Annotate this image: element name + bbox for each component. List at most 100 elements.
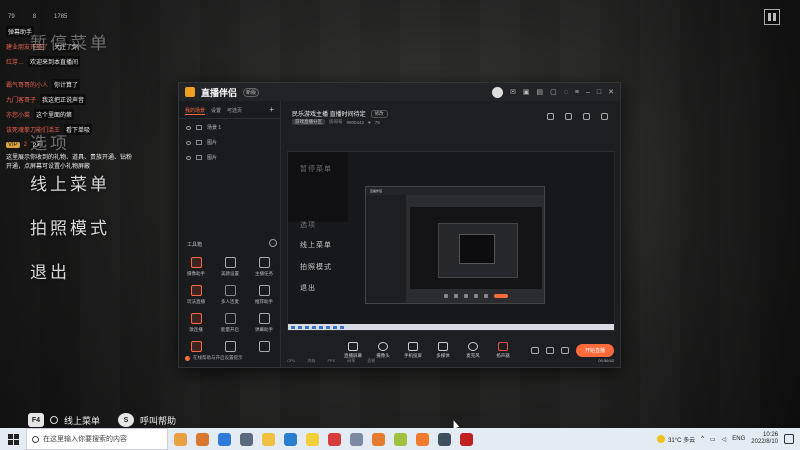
- app-icon-game[interactable]: [174, 432, 187, 446]
- mail-icon[interactable]: [284, 432, 297, 446]
- menu-icon[interactable]: ≡: [575, 89, 579, 96]
- app-icon[interactable]: [394, 432, 407, 446]
- status-item: 内存: [307, 358, 316, 363]
- preview-menu-item: 线上菜单: [300, 242, 332, 249]
- search-app-icon[interactable]: [372, 432, 385, 446]
- media-button[interactable]: 多媒体: [432, 342, 454, 359]
- tool-song[interactable]: 歌连播: [179, 313, 213, 333]
- clock[interactable]: 10:26 2022/8/10: [751, 432, 778, 446]
- scene-item[interactable]: 图片: [179, 134, 280, 149]
- app-icon[interactable]: [350, 432, 363, 446]
- folder-icon[interactable]: [262, 432, 275, 446]
- close-icon[interactable]: ✕: [608, 88, 614, 96]
- scene-item[interactable]: 图片: [179, 149, 280, 164]
- menu-item-online[interactable]: 线上菜单: [30, 170, 110, 195]
- menu-item-options[interactable]: 选项: [30, 129, 70, 154]
- app-icon-game[interactable]: [196, 432, 209, 446]
- share-icon[interactable]: [547, 113, 554, 120]
- record-icon[interactable]: [530, 347, 539, 354]
- volume-icon[interactable]: ◁: [722, 436, 727, 443]
- pause-icon[interactable]: [764, 9, 780, 25]
- tool-beauty[interactable]: 美颜设置: [213, 257, 247, 277]
- menu-item-exit[interactable]: 退出: [30, 258, 70, 283]
- like-icon: ♥: [368, 119, 371, 125]
- room-category[interactable]: 游戏直播分区: [292, 119, 325, 125]
- tab-scenes[interactable]: 我的场景: [185, 107, 206, 115]
- scene-label: 图片: [207, 155, 218, 161]
- version-badge: 新版: [243, 87, 260, 97]
- left-footer[interactable]: 在线帮助与开启设置提示: [185, 355, 243, 361]
- eye-icon[interactable]: [186, 125, 191, 130]
- store-icon[interactable]: ▣: [523, 88, 530, 96]
- speaker-icon: [498, 342, 508, 351]
- gift-icon[interactable]: ▤: [536, 88, 543, 96]
- language-indicator[interactable]: ENG: [732, 436, 745, 442]
- microphone-button[interactable]: 麦克风: [462, 342, 484, 359]
- minimize-icon[interactable]: –: [586, 89, 590, 96]
- hotkey-online-label[interactable]: 线上菜单: [64, 414, 100, 427]
- view-icon[interactable]: [545, 347, 554, 354]
- tool-energy[interactable]: 能量开启: [213, 313, 247, 333]
- edge-icon[interactable]: [218, 432, 231, 446]
- camera-button[interactable]: 摄像头: [372, 342, 394, 359]
- preview-menu-item: 选项: [300, 222, 316, 229]
- tool-extra[interactable]: [213, 341, 247, 352]
- status-bar: CPU 内存 FPS 码率 丢帧 00:56:52: [287, 358, 614, 364]
- tool-extra[interactable]: [179, 341, 213, 352]
- main-toolbar: [547, 113, 608, 120]
- tool-camera-helper[interactable]: 摄像助手: [179, 257, 213, 277]
- hotkey-help-label[interactable]: 呼叫帮助: [140, 414, 176, 427]
- tool-play[interactable]: 玩法直播: [179, 285, 213, 305]
- maximize-icon[interactable]: □: [597, 89, 601, 96]
- chat-message: 霸气哥哥的小人 你计算了: [0, 77, 150, 92]
- weather-widget[interactable]: 31°C 多云: [657, 435, 695, 444]
- preview-chat: [288, 152, 348, 222]
- app-icon[interactable]: [306, 432, 319, 446]
- tool-label: 主播任务: [255, 271, 273, 276]
- tab-optional[interactable]: 可选页: [227, 107, 242, 115]
- speaker-button[interactable]: 扬声器: [492, 342, 514, 359]
- scene-item[interactable]: 场景 1: [179, 119, 280, 134]
- tool-extra[interactable]: [247, 341, 281, 352]
- eye-icon[interactable]: [186, 155, 191, 160]
- tray-expand-icon[interactable]: ^: [701, 436, 704, 442]
- tab-settings[interactable]: 设置: [211, 107, 221, 115]
- steam-icon[interactable]: [438, 432, 451, 446]
- tool-multi-mic[interactable]: 多人连麦: [213, 285, 247, 305]
- phone-cast-button[interactable]: 手机投屏: [402, 342, 424, 359]
- add-scene-icon[interactable]: +: [269, 106, 274, 115]
- task-view-icon[interactable]: [240, 432, 253, 446]
- menu-item-photo-mode[interactable]: 拍照模式: [30, 214, 110, 239]
- link-icon[interactable]: [601, 113, 608, 120]
- notification-icon[interactable]: [784, 434, 794, 444]
- settings-icon[interactable]: [560, 347, 569, 354]
- streaming-app-icon[interactable]: [416, 432, 429, 446]
- lock-icon[interactable]: [565, 113, 572, 120]
- vip-badge: VIP: [6, 141, 20, 148]
- tool-recommend[interactable]: 推荐助手: [247, 285, 281, 305]
- avatar[interactable]: [491, 86, 503, 98]
- netease-icon[interactable]: [328, 432, 341, 446]
- menu-item-pause[interactable]: 暂停菜单: [30, 29, 110, 54]
- app-icon[interactable]: [460, 432, 473, 446]
- danmaku-icon: [258, 313, 270, 324]
- new-tool-icon: [190, 341, 202, 352]
- taskbar-search[interactable]: 在这里输入你要搜索的内容: [26, 428, 168, 450]
- tool-danmaku[interactable]: 弹幕助手: [247, 313, 281, 333]
- bell-icon[interactable]: [583, 113, 590, 120]
- message-icon[interactable]: ▢: [550, 88, 557, 96]
- eye-icon[interactable]: [186, 140, 191, 145]
- app-logo-icon: [185, 87, 195, 97]
- screen-capture-button[interactable]: 直播屏幕: [342, 342, 364, 359]
- edit-room-button[interactable]: 修改: [370, 109, 388, 118]
- more-icon[interactable]: ···: [269, 239, 277, 247]
- nested-bottom: [410, 291, 542, 301]
- network-icon[interactable]: ▭: [710, 436, 716, 443]
- start-button[interactable]: [0, 428, 26, 450]
- start-live-button[interactable]: 开始直播: [575, 344, 614, 357]
- notification-icon[interactable]: ◌: [564, 89, 568, 96]
- stream-preview[interactable]: 暂停菜单 选项 线上菜单 拍照模式 退出 直播伴侣: [287, 151, 615, 331]
- tool-tasks[interactable]: 主播任务: [247, 257, 281, 277]
- mail-icon[interactable]: ✉: [510, 88, 516, 96]
- chat-user: 霸气哥哥的小人: [6, 83, 49, 89]
